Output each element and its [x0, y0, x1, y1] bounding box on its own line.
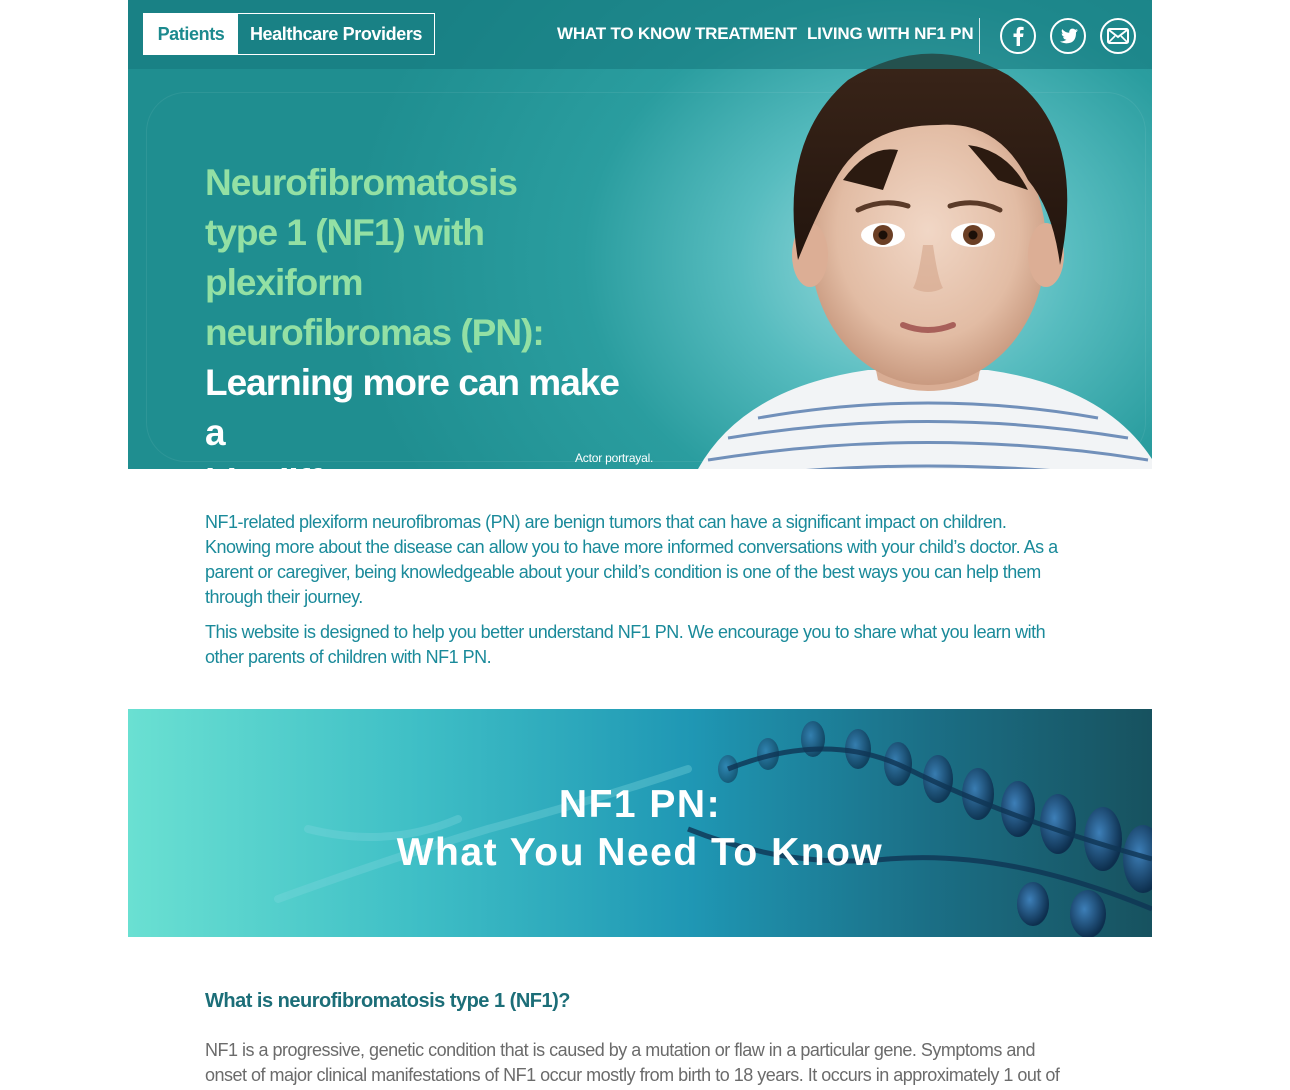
email-icon [1107, 28, 1129, 44]
healthcare-providers-tab[interactable]: Healthcare Providers [238, 14, 434, 54]
top-navigation-bar: Patients Healthcare Providers WHAT TO KN… [128, 0, 1152, 69]
nav-living-with-nf1-pn[interactable]: LIVING WITH NF1 PN [807, 24, 974, 44]
audience-toggle: Patients Healthcare Providers [143, 13, 435, 55]
banner-title-line: What You Need To Know [396, 831, 884, 874]
email-share-button[interactable] [1100, 18, 1136, 54]
hero-headline: Neurofibromatosis type 1 (NF1) with plex… [205, 158, 645, 469]
twitter-icon [1059, 28, 1078, 43]
patients-tab[interactable]: Patients [144, 14, 238, 54]
nav-what-to-know[interactable]: WHAT TO KNOW [557, 24, 691, 44]
child-portrait-image [698, 53, 1152, 469]
nav-divider [979, 18, 980, 54]
section-banner: NF1 PN: What You Need To Know [128, 709, 1152, 937]
actor-portrayal-note: Actor portrayal. [575, 451, 654, 465]
section-body: NF1 is a progressive, genetic condition … [205, 1040, 1060, 1085]
banner-title: NF1 PN: What You Need To Know [128, 781, 1152, 877]
section-heading: What is neurofibromatosis type 1 (NF1)? [205, 990, 570, 1012]
intro-paragraph: This website is designed to help you bet… [205, 622, 1046, 667]
hero-section: Patients Healthcare Providers WHAT TO KN… [128, 0, 1152, 469]
intro-text: NF1-related plexiform neurofibromas (PN)… [205, 510, 1075, 680]
page: Patients Healthcare Providers WHAT TO KN… [128, 0, 1152, 1090]
facebook-share-button[interactable] [1000, 18, 1036, 54]
headline-line: Learning more can make a [205, 362, 620, 453]
twitter-share-button[interactable] [1050, 18, 1086, 54]
nav-treatment[interactable]: TREATMENT [695, 24, 797, 44]
intro-paragraph: NF1-related plexiform neurofibromas (PN)… [205, 512, 1058, 607]
headline-line: neurofibromas (PN): [205, 312, 545, 353]
headline-line: Neurofibromatosis [205, 162, 518, 203]
headline-line: type 1 (NF1) with plexiform [205, 212, 485, 303]
banner-title-line: NF1 PN: [558, 783, 722, 826]
facebook-icon [1013, 26, 1024, 46]
